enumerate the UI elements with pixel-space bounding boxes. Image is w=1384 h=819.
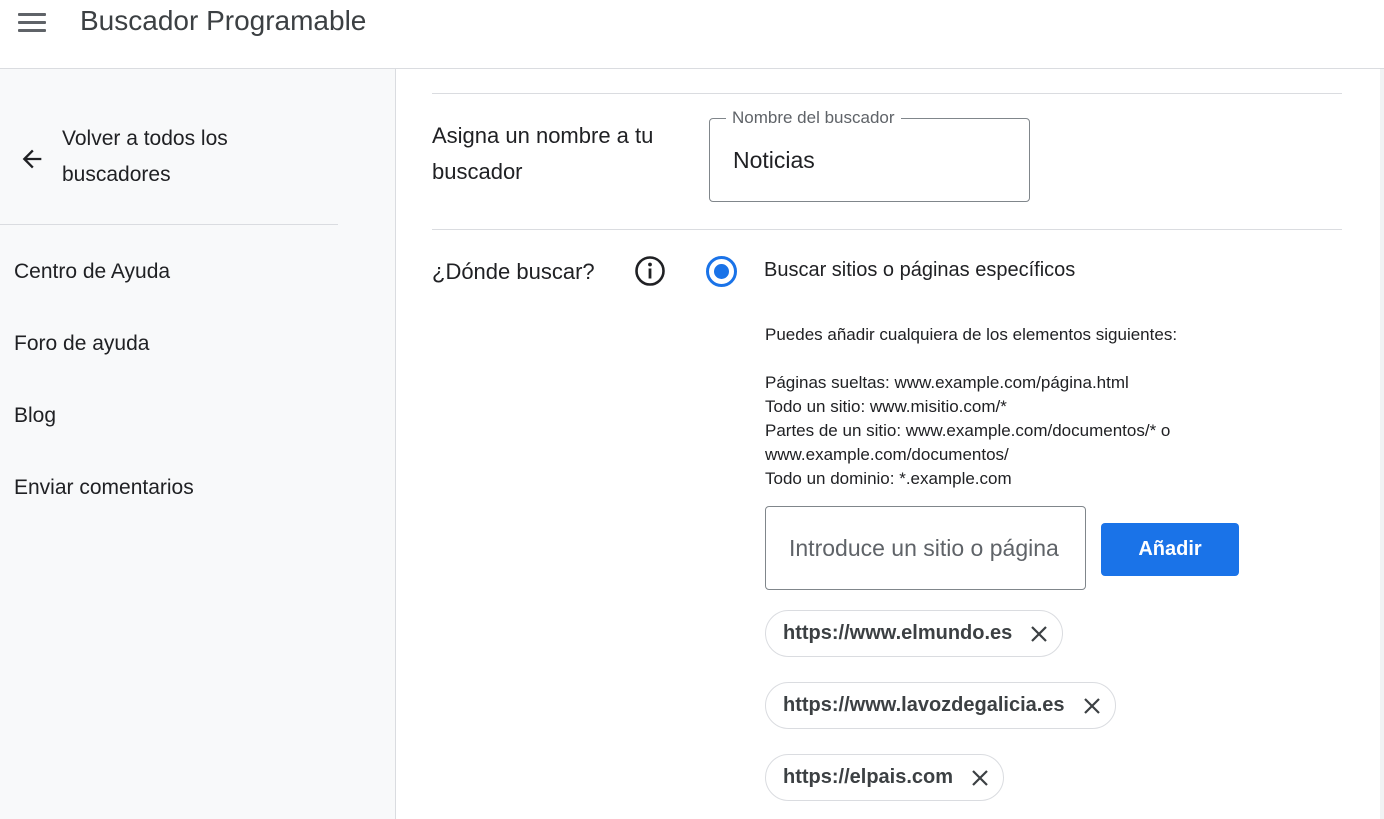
menu-icon[interactable] xyxy=(12,4,52,40)
sidebar-item-help-forum[interactable]: Foro de ayuda xyxy=(14,332,149,356)
site-chip-label: https://www.elmundo.es xyxy=(783,622,1013,644)
specific-sites-radio[interactable] xyxy=(706,256,737,287)
app-title: Buscador Programable xyxy=(80,5,367,36)
back-to-all-engines-link[interactable]: Volver a todos los buscadores xyxy=(0,121,338,225)
help-line: Páginas sueltas: www.example.com/página.… xyxy=(765,373,1129,392)
help-line: Partes de un sitio: www.example.com/docu… xyxy=(765,421,1171,464)
help-intro: Puedes añadir cualquiera de los elemento… xyxy=(765,325,1178,344)
site-chip: https://elpais.com xyxy=(765,754,1005,801)
radio-selected-dot xyxy=(714,264,729,279)
sites-help-text: Puedes añadir cualquiera de los elemento… xyxy=(765,323,1285,491)
where-section-label: ¿Dónde buscar? xyxy=(432,259,595,284)
add-site-button[interactable]: Añadir xyxy=(1101,523,1239,576)
engine-name-field-value: Noticias xyxy=(733,147,815,173)
back-link-label: Volver a todos los buscadores xyxy=(62,127,228,186)
specific-sites-radio-label: Buscar sitios o páginas específicos xyxy=(764,259,1076,281)
top-app-bar: Buscador Programable xyxy=(0,0,1384,69)
menu-icon-bar xyxy=(18,12,46,16)
sidebar-divider xyxy=(0,224,338,225)
sidebar-item-blog[interactable]: Blog xyxy=(14,404,56,428)
site-chip-label: https://elpais.com xyxy=(783,766,954,788)
close-icon[interactable] xyxy=(1079,693,1105,719)
engine-name-field[interactable]: Nombre del buscador Noticias xyxy=(709,108,1030,202)
sidebar-item-send-feedback[interactable]: Enviar comentarios xyxy=(14,476,194,500)
site-chip-label: https://www.lavozdegalicia.es xyxy=(783,694,1065,716)
help-line: Todo un sitio: www.misitio.com/* xyxy=(765,397,1007,416)
name-section-label: Asigna un nombre a tu buscador xyxy=(432,123,654,184)
close-icon[interactable] xyxy=(967,765,993,791)
menu-icon-bar xyxy=(18,28,46,32)
main-content: Asigna un nombre a tu buscador Nombre de… xyxy=(396,69,1384,819)
site-input[interactable] xyxy=(765,506,1086,590)
site-chip: https://www.lavozdegalicia.es xyxy=(765,682,1116,729)
menu-icon-bar xyxy=(18,20,46,24)
sidebar-item-help-center[interactable]: Centro de Ayuda xyxy=(14,260,170,284)
close-icon[interactable] xyxy=(1026,621,1052,647)
info-icon[interactable] xyxy=(634,255,666,287)
help-spacer xyxy=(765,347,1285,371)
help-line: Todo un dominio: *.example.com xyxy=(765,469,1012,488)
engine-name-field-label: Nombre del buscador xyxy=(726,108,901,128)
arrow-left-icon xyxy=(22,149,42,169)
sidebar: Volver a todos los buscadores Centro de … xyxy=(0,69,396,819)
scrollbar[interactable] xyxy=(1380,69,1384,819)
site-chip: https://www.elmundo.es xyxy=(765,610,1064,657)
section-divider xyxy=(432,229,1342,230)
section-divider xyxy=(432,93,1342,94)
